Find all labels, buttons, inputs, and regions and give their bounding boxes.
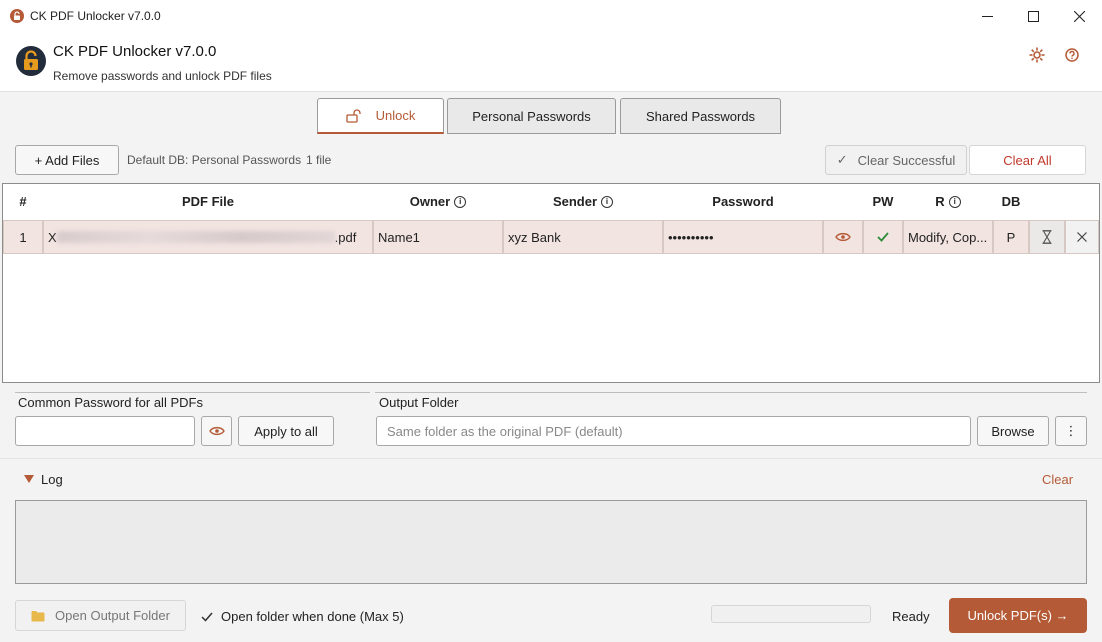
apply-to-all-label: Apply to all xyxy=(254,423,318,439)
col-r: R i xyxy=(903,194,993,209)
maximize-icon xyxy=(1027,10,1039,22)
row-pdf-file: X .pdf xyxy=(43,220,373,254)
hourglass-icon xyxy=(1042,230,1052,244)
col-num: # xyxy=(19,194,27,209)
close-icon xyxy=(1077,232,1087,242)
status-text: Ready xyxy=(892,609,930,624)
close-button[interactable] xyxy=(1056,0,1102,32)
lock-logo-icon xyxy=(16,46,46,76)
app-subtitle: Remove passwords and unlock PDF files xyxy=(53,69,272,83)
show-password-button[interactable] xyxy=(823,220,863,254)
browse-label: Browse xyxy=(991,423,1035,439)
unlock-pdfs-button[interactable]: Unlock PDF(s) → xyxy=(949,598,1087,633)
app-header: CK PDF Unlocker v7.0.0 Remove passwords … xyxy=(0,32,1102,92)
info-icon[interactable]: i xyxy=(948,195,961,208)
tab-unlock-label: Unlock xyxy=(375,108,416,123)
browse-button[interactable]: Browse xyxy=(977,416,1049,446)
clear-all-label: Clear All xyxy=(1003,152,1052,168)
info-icon[interactable]: i xyxy=(454,195,467,208)
window-title: CK PDF Unlocker v7.0.0 xyxy=(30,9,161,23)
row-owner[interactable]: Name1 xyxy=(373,220,503,254)
info-icon[interactable]: i xyxy=(601,195,614,208)
folder-icon xyxy=(31,610,45,621)
divider xyxy=(0,458,1102,459)
open-when-done-checkbox[interactable]: Open folder when done (Max 5) xyxy=(201,609,404,624)
col-db: DB xyxy=(1001,194,1021,209)
help-icon xyxy=(1065,48,1079,62)
common-password-input[interactable] xyxy=(15,416,195,446)
output-folder-menu-button[interactable]: ⋮ xyxy=(1055,416,1087,446)
tab-personal-passwords-label: Personal Passwords xyxy=(472,108,591,124)
row-password[interactable]: •••••••••• xyxy=(663,220,823,254)
redacted-filename xyxy=(56,231,335,243)
col-owner-label: Owner xyxy=(409,194,451,209)
app-title: CK PDF Unlocker v7.0.0 xyxy=(53,43,217,60)
col-r-label: R xyxy=(935,194,945,209)
open-output-folder-label: Open Output Folder xyxy=(55,608,170,623)
row-pw-status xyxy=(863,220,903,254)
clear-successful-label: Clear Successful xyxy=(857,152,956,168)
app-lock-icon xyxy=(10,9,24,23)
clear-log-button[interactable]: Clear xyxy=(1042,472,1073,487)
divider xyxy=(375,392,1087,393)
clear-successful-button[interactable]: ✓ Clear Successful xyxy=(825,145,967,175)
row-db[interactable]: P xyxy=(993,220,1029,254)
unlock-pdfs-label: Unlock PDF(s) → xyxy=(967,608,1069,623)
progress-bar xyxy=(711,605,871,623)
open-output-folder-button[interactable]: Open Output Folder xyxy=(15,600,186,631)
clear-all-button[interactable]: Clear All xyxy=(969,145,1086,175)
eye-icon xyxy=(208,426,225,436)
settings-button[interactable] xyxy=(1028,46,1046,64)
log-title: Log xyxy=(41,472,63,487)
file-prefix: X xyxy=(48,229,57,245)
maximize-button[interactable] xyxy=(1010,0,1056,32)
row-pending-button[interactable] xyxy=(1029,220,1065,254)
add-files-label: + Add Files xyxy=(34,152,100,168)
more-icon: ⋮ xyxy=(1064,423,1078,438)
window-controls xyxy=(964,0,1102,32)
common-password-title: Common Password for all PDFs xyxy=(18,395,203,410)
output-folder-input[interactable]: Same folder as the original PDF (default… xyxy=(376,416,971,446)
eye-icon xyxy=(835,232,851,242)
log-output xyxy=(15,500,1087,584)
files-table: # PDF File Owner i Sender i Password PW … xyxy=(2,183,1100,383)
log-toggle[interactable]: Log xyxy=(24,472,63,487)
apply-to-all-button[interactable]: Apply to all xyxy=(238,416,334,446)
col-pw: PW xyxy=(872,194,894,209)
tab-shared-passwords-label: Shared Passwords xyxy=(645,108,756,124)
tab-unlock[interactable]: Unlock xyxy=(317,98,444,134)
file-count: 1 file xyxy=(306,153,332,167)
default-db-label: Default DB: Personal Passwords xyxy=(127,153,302,167)
help-button[interactable] xyxy=(1063,46,1081,64)
checkmark-icon xyxy=(201,612,213,622)
row-number: 1 xyxy=(3,220,43,254)
col-sender-label: Sender xyxy=(552,194,598,209)
row-restrictions: Modify, Cop... xyxy=(903,220,993,254)
col-owner: Owner i xyxy=(373,194,503,209)
output-folder-title: Output Folder xyxy=(379,395,459,410)
checkmark-icon: ✓ xyxy=(836,152,848,167)
triangle-down-icon xyxy=(24,475,34,483)
col-pdf-file: PDF File xyxy=(181,194,234,209)
file-suffix: .pdf xyxy=(334,229,357,245)
title-bar: CK PDF Unlocker v7.0.0 xyxy=(0,0,1102,32)
tab-shared-passwords[interactable]: Shared Passwords xyxy=(620,98,781,134)
table-row[interactable]: 1 X .pdf Name1 xyz Bank •••••••••• Modif… xyxy=(3,220,1099,254)
settings-gear-icon xyxy=(1029,47,1045,63)
minimize-icon xyxy=(981,15,993,17)
table-header: # PDF File Owner i Sender i Password PW … xyxy=(3,184,1099,220)
unlock-icon xyxy=(345,108,362,123)
col-sender: Sender i xyxy=(503,194,663,209)
check-icon xyxy=(877,232,889,242)
row-remove-button[interactable] xyxy=(1065,220,1099,254)
add-files-button[interactable]: + Add Files xyxy=(15,145,119,175)
row-sender[interactable]: xyz Bank xyxy=(503,220,663,254)
tab-personal-passwords[interactable]: Personal Passwords xyxy=(447,98,616,134)
col-password: Password xyxy=(712,194,774,209)
minimize-button[interactable] xyxy=(964,0,1010,32)
divider xyxy=(15,392,370,393)
show-common-password-button[interactable] xyxy=(201,416,232,446)
close-icon xyxy=(1073,10,1085,22)
open-when-done-label: Open folder when done (Max 5) xyxy=(221,609,404,624)
